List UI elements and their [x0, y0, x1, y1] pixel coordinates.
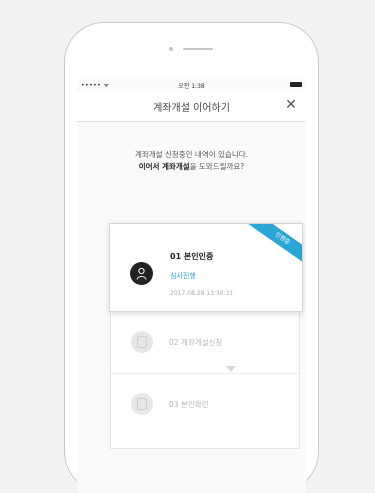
- document-icon: [131, 331, 153, 353]
- phone-frame: ••••• ᯤ 오전 1:38 계좌개설 이어하기 ✕ 계좌개설 신청중인 내역…: [64, 22, 319, 493]
- speaker-bar: [183, 48, 213, 50]
- camera-dot: [169, 47, 173, 51]
- step-3-row[interactable]: 03 본인확인: [111, 375, 301, 435]
- page-title: 계좌개설 이어하기: [153, 103, 230, 114]
- close-icon[interactable]: ✕: [284, 98, 298, 112]
- battery-icon: [290, 82, 302, 87]
- step-2-row[interactable]: 02 계좌개설신청: [111, 313, 301, 374]
- notice-rest: 을 도와드릴까요?: [189, 162, 245, 171]
- status-bar: ••••• ᯤ 오전 1:38: [77, 79, 306, 91]
- steps-card: 진행중 01 본인인증 심사진행 2017.08.28 13:30:31 02 …: [109, 223, 303, 449]
- notice-line-2: 이어서 계좌개설을 도와드릴까요?: [77, 161, 306, 173]
- notice-line-1: 계좌개설 신청중인 내역이 있습니다.: [134, 150, 249, 159]
- nav-bar: 계좌개설 이어하기 ✕: [77, 91, 306, 122]
- phone-screen: ••••• ᯤ 오전 1:38 계좌개설 이어하기 ✕ 계좌개설 신청중인 내역…: [77, 79, 306, 493]
- step-1-card[interactable]: 진행중 01 본인인증 심사진행 2017.08.28 13:30:31: [109, 223, 303, 312]
- notice-bold: 이어서 계좌개설: [138, 162, 190, 171]
- in-progress-badge: 진행중: [245, 224, 302, 268]
- notice-text: 계좌개설 신청중인 내역이 있습니다. 이어서 계좌개설을 도와드릴까요?: [77, 149, 306, 173]
- step-1-status: 심사진행: [170, 272, 196, 280]
- step-1-title: 01 본인인증: [170, 252, 214, 261]
- step-1-date: 2017.08.28 13:30:31: [170, 290, 234, 297]
- id-card-icon: [131, 393, 153, 415]
- status-time: 오전 1:38: [178, 83, 205, 90]
- step-2-label: 02 계좌개설신청: [169, 338, 223, 347]
- step-3-label: 03 본인확인: [169, 400, 209, 409]
- user-avatar: [130, 262, 153, 285]
- user-icon: [136, 267, 147, 280]
